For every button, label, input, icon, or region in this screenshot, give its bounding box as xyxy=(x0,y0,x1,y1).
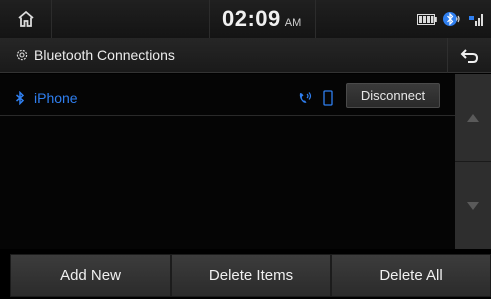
bottom-action-bar: Add New Delete Items Delete All xyxy=(0,251,491,299)
scroll-controls xyxy=(455,74,491,249)
delete-items-button[interactable]: Delete Items xyxy=(171,254,331,297)
delete-all-button[interactable]: Delete All xyxy=(331,254,491,297)
clock-time: 02:09 xyxy=(222,6,281,31)
clock-ampm: AM xyxy=(284,17,302,29)
device-name: iPhone xyxy=(34,89,78,106)
device-row-iphone[interactable]: iPhone Disconnect xyxy=(0,80,455,116)
triangle-down-icon xyxy=(467,201,479,210)
battery-icon xyxy=(417,13,437,25)
status-bar: 02:09 AM xyxy=(0,0,491,38)
device-list: iPhone Disconnect xyxy=(0,74,455,249)
gear-icon xyxy=(15,48,29,62)
bluetooth-icon xyxy=(16,90,25,105)
title-bar: Bluetooth Connections xyxy=(0,38,491,73)
back-arrow-icon xyxy=(460,48,478,63)
scroll-up-button[interactable] xyxy=(455,74,491,162)
home-icon xyxy=(17,10,34,27)
home-button[interactable] xyxy=(0,0,52,38)
signal-icon xyxy=(469,14,483,26)
disconnect-button[interactable]: Disconnect xyxy=(346,83,440,108)
add-new-button[interactable]: Add New xyxy=(10,254,171,297)
page-title: Bluetooth Connections xyxy=(34,47,175,63)
clock: 02:09 AM xyxy=(209,0,317,38)
call-audio-icon xyxy=(299,92,312,103)
phone-icon xyxy=(323,90,333,106)
back-button[interactable] xyxy=(447,38,491,73)
triangle-up-icon xyxy=(467,113,479,122)
status-icons xyxy=(417,0,485,38)
bluetooth-audio-icon xyxy=(443,12,460,26)
scroll-down-button[interactable] xyxy=(455,162,491,249)
